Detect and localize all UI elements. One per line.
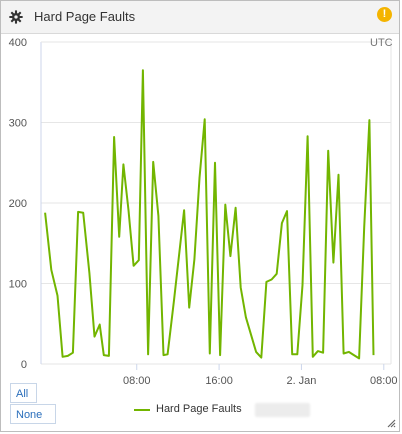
widget-title: Hard Page Faults bbox=[34, 9, 136, 24]
legend-label: Hard Page Faults bbox=[156, 403, 242, 415]
gear-icon[interactable] bbox=[9, 10, 23, 24]
widget-header: Hard Page Faults ! bbox=[1, 1, 399, 34]
y-axis-labels: 0 100 200 300 400 bbox=[9, 37, 27, 371]
x-tick-label: 08:00 bbox=[370, 375, 398, 387]
warning-icon[interactable]: ! bbox=[377, 7, 392, 22]
x-tick-label: 08:00 bbox=[123, 375, 151, 387]
y-tick-label: 300 bbox=[9, 118, 27, 130]
series-line-hard-page-faults bbox=[44, 69, 375, 360]
select-all-button[interactable]: All bbox=[10, 383, 37, 403]
resize-handle-icon[interactable] bbox=[386, 418, 396, 428]
x-tick-label: 2. Jan bbox=[286, 375, 316, 387]
y-tick-label: 0 bbox=[21, 359, 27, 371]
select-none-button[interactable]: None bbox=[10, 404, 56, 424]
x-axis-labels: 08:00 16:00 2. Jan 08:00 bbox=[123, 375, 398, 387]
y-tick-label: 200 bbox=[9, 198, 27, 210]
timezone-label: UTC bbox=[370, 37, 393, 49]
y-tick-label: 400 bbox=[9, 37, 27, 49]
hard-page-faults-widget: Hard Page Faults ! 0 100 200 300 400 08:00 16… bbox=[0, 0, 400, 432]
legend-swatch bbox=[134, 409, 150, 411]
x-tick-label: 16:00 bbox=[205, 375, 233, 387]
line-chart: 0 100 200 300 400 08:00 16:00 2. Jan 08:00 UTC bbox=[9, 37, 398, 387]
legend-redacted-value bbox=[255, 403, 310, 417]
y-tick-label: 100 bbox=[9, 279, 27, 291]
